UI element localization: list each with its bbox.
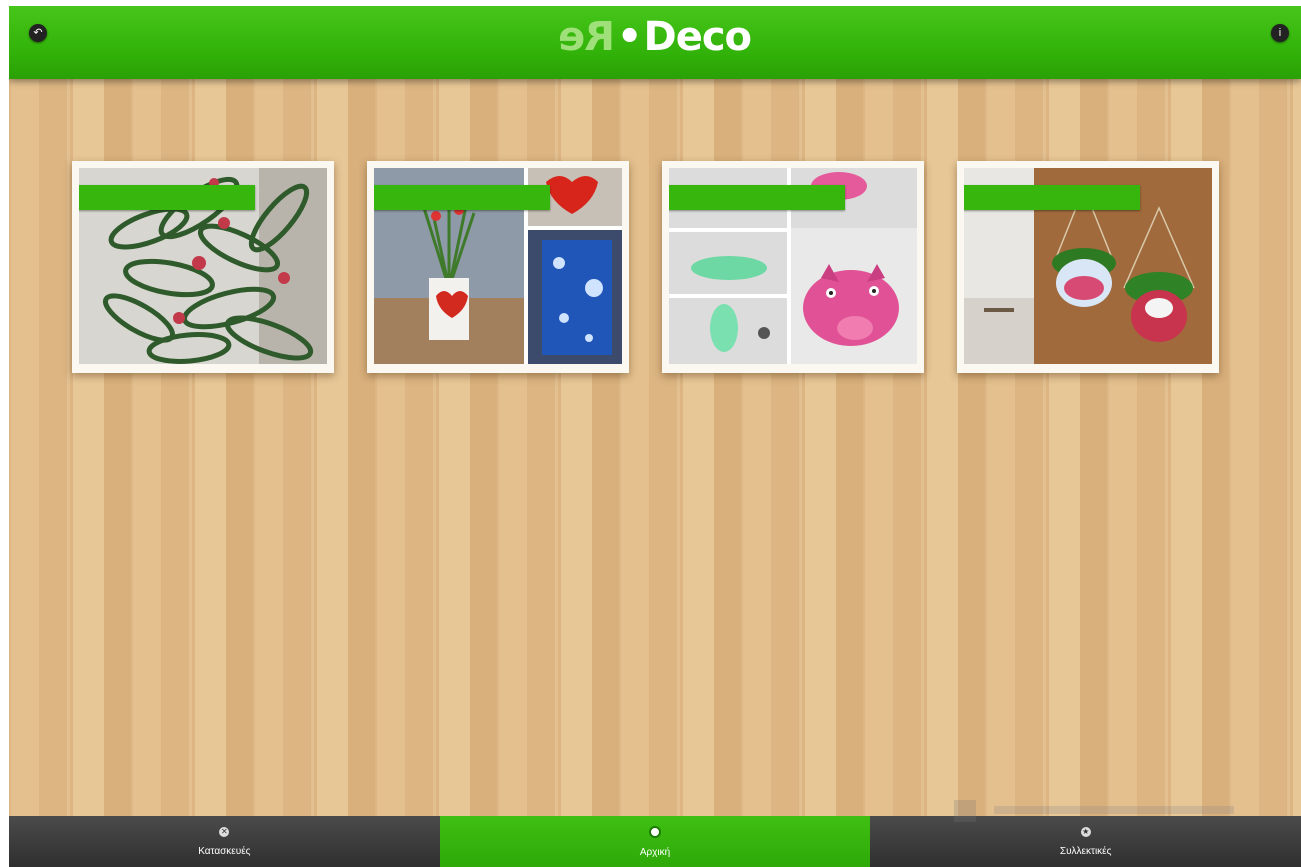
card-ribbon <box>374 185 550 210</box>
app-logo: Re•Deco <box>9 14 1301 60</box>
tools-icon: ✕ <box>219 826 230 837</box>
watermark <box>954 796 1254 826</box>
tab-label: Κατασκευές <box>198 845 251 857</box>
card-ribbon <box>79 185 255 210</box>
craft-card[interactable] <box>957 161 1219 373</box>
star-icon: ★ <box>1080 826 1091 837</box>
app-window: ↶ Re•Deco i ✕ Κατασκευές Αρχική ★ Συλλεκ… <box>9 6 1301 867</box>
craft-card[interactable] <box>367 161 629 373</box>
card-ribbon <box>964 185 1140 210</box>
tab-label: Συλλεκτικές <box>1059 845 1112 857</box>
tab-label: Αρχική <box>639 846 671 858</box>
logo-deco: Deco <box>643 14 752 60</box>
header-bar: ↶ Re•Deco i <box>9 6 1301 79</box>
tab-home[interactable]: Αρχική <box>439 816 871 867</box>
info-icon[interactable]: i <box>1271 24 1289 42</box>
card-photo <box>669 168 917 364</box>
craft-card[interactable] <box>662 161 924 373</box>
card-ribbon <box>669 185 845 210</box>
card-photo <box>374 168 622 364</box>
card-photo <box>79 168 327 364</box>
logo-re: Re <box>558 14 615 60</box>
tab-crafts[interactable]: ✕ Κατασκευές <box>9 816 440 867</box>
card-photo <box>964 168 1212 364</box>
craft-card[interactable] <box>72 161 334 373</box>
wood-board <box>9 79 1301 816</box>
logo-dot: • <box>616 14 643 60</box>
home-icon <box>649 825 661 838</box>
